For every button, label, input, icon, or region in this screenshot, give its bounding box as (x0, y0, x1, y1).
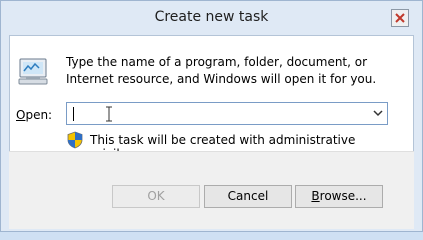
close-icon (395, 13, 405, 23)
open-label-text: pen: (25, 108, 53, 122)
dialog-description: Type the name of a program, folder, docu… (66, 55, 377, 86)
title-bar[interactable]: Create new task (1, 1, 422, 35)
browse-label: rowse... (319, 189, 367, 203)
open-label: Open: (16, 108, 52, 122)
ok-button[interactable]: OK (112, 185, 200, 208)
browse-button[interactable]: Browse... (295, 185, 383, 208)
uac-shield-icon (67, 131, 83, 149)
create-new-task-dialog: Create new task Type the name of a progr… (0, 0, 423, 232)
chevron-down-icon[interactable] (373, 109, 383, 117)
text-caret (73, 107, 74, 121)
dialog-footer: OK Cancel Browse... (9, 151, 414, 229)
browse-accelerator: B (311, 189, 320, 203)
run-dialog-icon (18, 58, 48, 85)
window-title: Create new task (154, 9, 269, 25)
cancel-button[interactable]: Cancel (204, 185, 292, 208)
ibeam-cursor-icon (106, 106, 112, 122)
close-button[interactable] (391, 9, 409, 27)
open-input[interactable] (66, 102, 388, 125)
